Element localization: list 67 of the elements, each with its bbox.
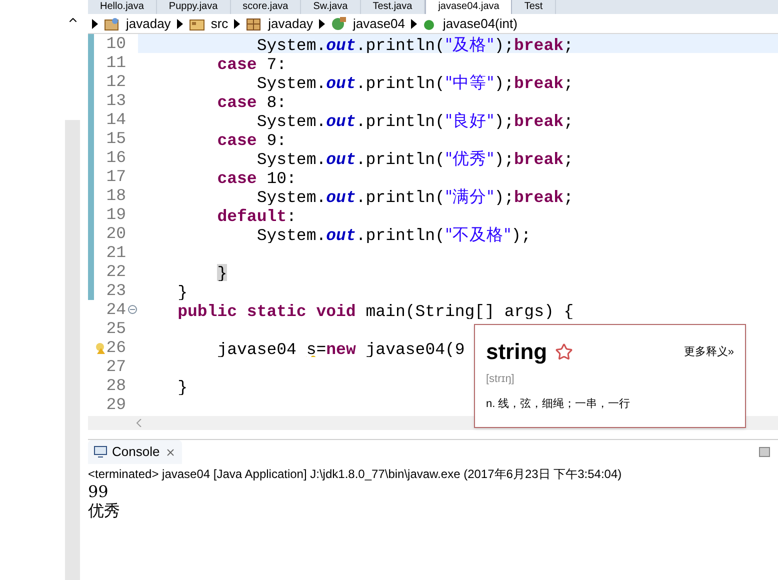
editor-tab[interactable]: Hello.java [88, 0, 157, 14]
triangle-icon [92, 18, 98, 28]
code-line: System.out.println("及格");break; [256, 36, 574, 55]
breadcrumb-item[interactable]: javase04 [352, 14, 406, 34]
line-number: 22 [106, 262, 126, 281]
code-line: default: [216, 207, 296, 226]
code-line: System.out.println("良好");break; [256, 112, 574, 131]
line-number: 13 [106, 91, 126, 110]
definition-text: n. 线，弦，细绳；一串，一行 [486, 396, 632, 412]
line-number: 25 [106, 319, 126, 338]
line-number: 16 [106, 148, 126, 167]
code-line: System.out.println("优秀");break; [256, 150, 574, 169]
monitor-icon [94, 446, 107, 458]
line-number: 11 [106, 53, 126, 72]
more-definitions-link[interactable]: 更多释义» [684, 344, 734, 360]
editor-tab[interactable]: Puppy.java [156, 0, 231, 14]
line-number: 26 [106, 338, 126, 357]
console-output-line: 99 [88, 482, 110, 501]
line-number: 28 [106, 376, 126, 395]
breadcrumb-item[interactable]: javase04(int) [443, 14, 518, 34]
line-number: 12 [106, 72, 126, 91]
breadcrumb-item[interactable]: javaday [268, 14, 313, 34]
package-icon [246, 16, 262, 30]
line-number: 18 [106, 186, 126, 205]
line-number: 29 [106, 395, 126, 414]
editor-tab[interactable]: Sw.java [301, 0, 361, 14]
fold-icon[interactable] [128, 305, 136, 314]
editor-tab[interactable]: javase04.java [425, 0, 512, 14]
editor-tab[interactable]: score.java [230, 0, 302, 14]
triangle-icon [234, 18, 240, 28]
code-line: System.out.println("满分");break; [256, 188, 574, 207]
line-number: 27 [106, 357, 126, 376]
code-line: System.out.println("不及格"); [256, 226, 531, 245]
line-number: 23 [106, 281, 126, 300]
code-line: System.out.println("中等");break; [256, 74, 574, 93]
triangle-icon [318, 18, 325, 28]
console-status: <terminated> javase04 [Java Application] J:\jdk1.8.0_77\bin\javaw.exe (2017年6月23日 下午3:54:04) [88, 466, 623, 482]
line-number: 20 [106, 224, 126, 243]
code-line: public static void main(String[] args) { [176, 302, 574, 321]
code-line: case 8: [216, 93, 287, 112]
console-tab[interactable]: Console [88, 440, 182, 464]
console-output-line: 优秀 [88, 501, 121, 520]
class-icon [330, 16, 347, 30]
dictionary-word: string [486, 339, 548, 365]
code-line: case 10: [216, 169, 296, 188]
line-number: 15 [106, 129, 126, 148]
line-number: 17 [106, 167, 126, 186]
breadcrumb-item[interactable]: javaday [126, 14, 171, 34]
code-line: case 9: [216, 131, 287, 150]
line-number: 24 [106, 300, 126, 319]
scroll-left-icon[interactable] [136, 419, 142, 427]
line-number: 21 [106, 243, 126, 262]
triangle-icon [411, 18, 418, 28]
close-icon[interactable] [164, 446, 176, 458]
folder-icon [188, 16, 205, 30]
minimize-icon[interactable] [759, 447, 770, 457]
star-icon[interactable] [555, 343, 574, 361]
code-line: case 7: [216, 55, 287, 74]
project-icon [104, 16, 120, 30]
line-number: 14 [106, 110, 126, 129]
breadcrumb-item[interactable]: src [210, 14, 228, 34]
phonetic-text: [strɪŋ] [486, 372, 516, 387]
code-line: javase04 s=new javase04(9 [216, 340, 465, 359]
line-number: 10 [106, 34, 126, 53]
line-number: 19 [106, 205, 126, 224]
triangle-icon [176, 18, 183, 28]
editor-tab[interactable]: Test [512, 0, 556, 14]
